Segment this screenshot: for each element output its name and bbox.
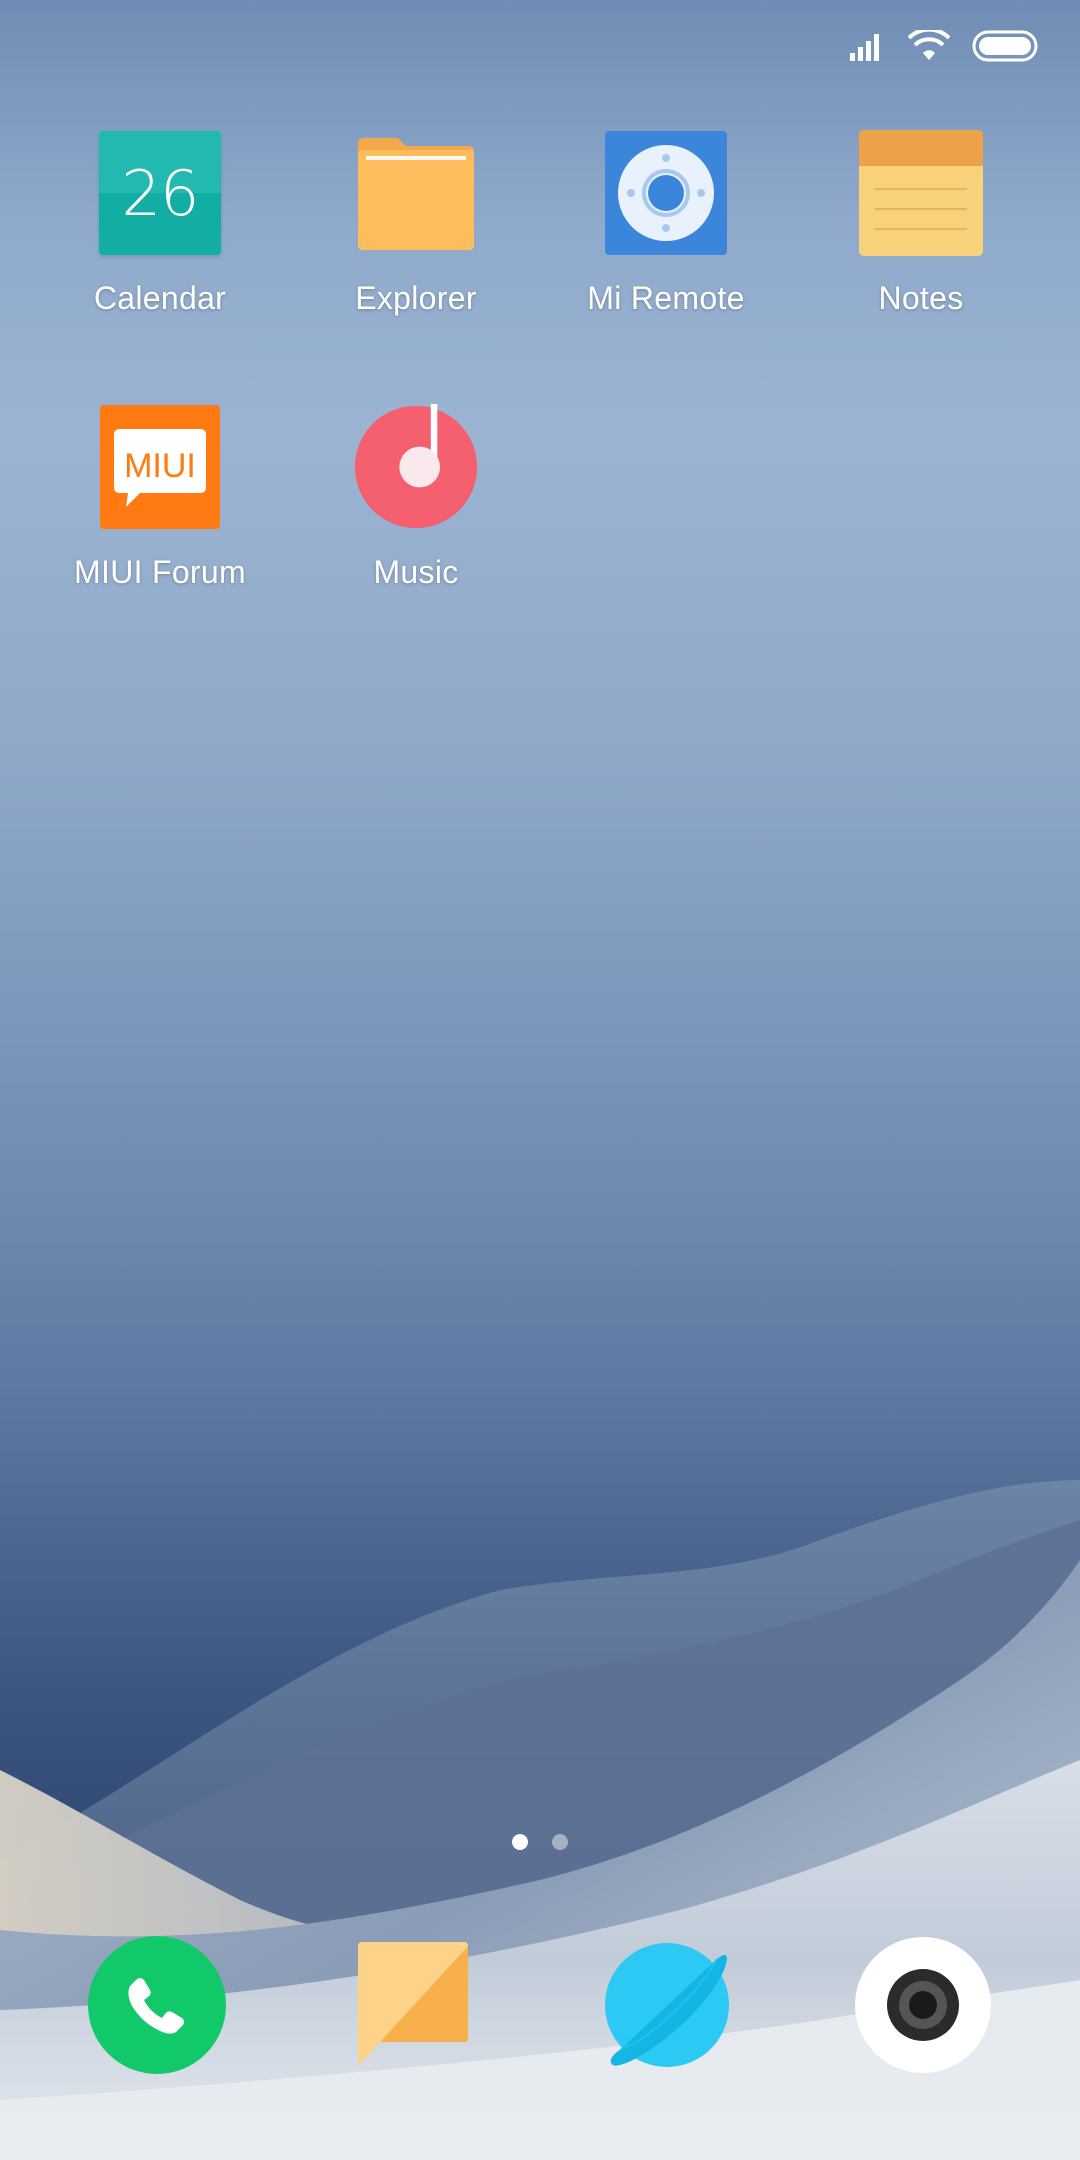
app-mi-remote[interactable]: Mi Remote (546, 130, 786, 317)
app-calendar[interactable]: 26 Calendar (40, 130, 280, 317)
page-indicator (0, 1834, 1080, 1850)
dock-camera[interactable] (853, 1935, 993, 2075)
app-label-notes: Notes (878, 280, 964, 316)
battery-icon (972, 30, 1038, 62)
app-miui-forum[interactable]: MIUI MIUI Forum (40, 404, 280, 591)
app-explorer[interactable]: Explorer (296, 130, 536, 317)
home-screen: 26 Calendar Explorer Mi Remote Notes MIU… (0, 0, 1080, 2160)
dock-messaging[interactable] (343, 1935, 483, 2075)
browser-icon (605, 1943, 729, 2067)
miui-forum-icon: MIUI (97, 404, 223, 530)
camera-icon (855, 1937, 991, 2073)
calendar-icon: 26 (97, 130, 223, 256)
app-label-explorer: Explorer (355, 280, 477, 316)
folder-icon (353, 130, 479, 256)
page-dot-2[interactable] (552, 1834, 568, 1850)
app-label-music: Music (373, 554, 459, 590)
app-label-calendar: Calendar (93, 280, 227, 316)
app-label-mi-remote: Mi Remote (587, 280, 745, 316)
app-music[interactable]: Music (296, 404, 536, 591)
dock-phone[interactable] (87, 1935, 227, 2075)
calendar-date: 26 (121, 157, 200, 230)
wifi-icon (908, 30, 950, 60)
app-label-miui-forum: MIUI Forum (74, 554, 246, 590)
status-bar (850, 26, 1038, 66)
signal-icon (850, 34, 879, 61)
app-notes[interactable]: Notes (801, 130, 1041, 317)
music-icon (353, 404, 479, 530)
miui-badge-text: MIUI (124, 447, 196, 485)
notes-icon (858, 130, 984, 256)
remote-icon (603, 130, 729, 256)
dock-browser[interactable] (597, 1935, 737, 2075)
phone-icon (88, 1936, 226, 2074)
page-dot-1[interactable] (512, 1834, 528, 1850)
message-icon (358, 1942, 468, 2066)
